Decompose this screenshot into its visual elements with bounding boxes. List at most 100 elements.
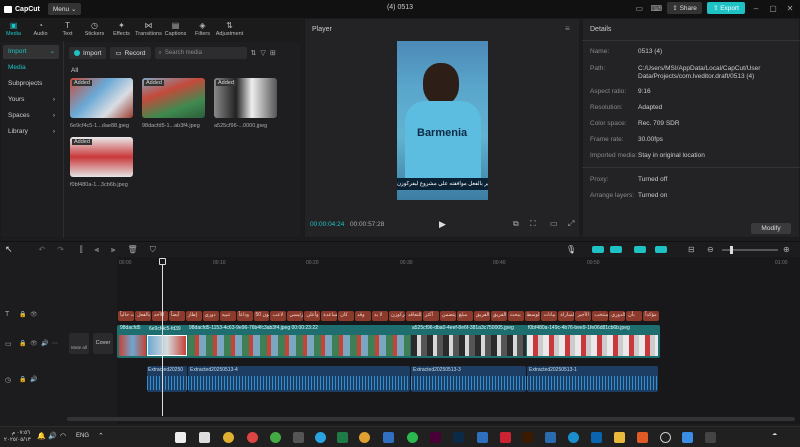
tab-audio[interactable]: ◔ Audio — [27, 18, 54, 40]
text-clip[interactable]: مدرب الفريق — [490, 311, 507, 321]
split-left-icon[interactable]: ⫷ — [95, 245, 100, 255]
text-clip[interactable]: بيانات — [541, 311, 558, 321]
eye-icon[interactable]: 👁 — [30, 311, 38, 318]
media-thumb-3[interactable]: Added — [214, 78, 277, 118]
ratio-icon[interactable]: ▭ — [550, 219, 558, 228]
widgets-icon[interactable] — [705, 432, 716, 443]
video-clip[interactable]: 98dacfd5-1153-4c63-9e96-76b4fc3ab3f4.jpe… — [188, 325, 410, 356]
adobe-xd-icon[interactable] — [430, 432, 441, 443]
illustrator-icon[interactable] — [522, 432, 533, 443]
video-clip[interactable]: f0bf480a-149c-4b76-bee9-1fe06d81cb6b.jpe… — [527, 325, 658, 356]
tab-text[interactable]: T Text — [54, 18, 81, 40]
tab-stickers[interactable]: ◷ Stickers — [81, 18, 108, 40]
notification-icon[interactable]: 🔔 — [37, 432, 46, 440]
chrome-icon[interactable] — [223, 432, 234, 443]
audio-clip[interactable]: Extracted20250 — [147, 366, 187, 392]
lock-icon[interactable]: 🔒 — [19, 340, 26, 347]
text-clip[interactable]: الأخير — [575, 311, 592, 321]
shortcuts-icon[interactable]: ⌨ — [650, 4, 663, 13]
text-clip[interactable]: لاعب الوسط — [524, 311, 541, 321]
text-clip[interactable]: الفريق — [473, 311, 490, 321]
text-clip[interactable]: أغسطس بالفعل — [134, 311, 151, 321]
security-icon[interactable] — [477, 432, 488, 443]
record-button[interactable]: ▭ Record — [110, 47, 151, 59]
text-clip[interactable]: أيضاً — [168, 311, 185, 321]
magnet-icon[interactable] — [592, 246, 604, 253]
sidebar-item-media[interactable]: Media — [3, 61, 59, 75]
lock-icon[interactable]: 🔒 — [19, 311, 26, 318]
video-clip[interactable]: 98dacfd5 — [119, 325, 146, 356]
app-icon[interactable] — [500, 432, 511, 443]
wifi-icon[interactable]: ◠ — [60, 432, 66, 440]
capcut-taskbar-icon[interactable] — [175, 432, 186, 443]
text-clip[interactable]: مبلغ — [456, 311, 473, 321]
eye-icon[interactable]: 👁 — [30, 340, 38, 347]
import-button[interactable]: Import — [69, 47, 107, 59]
tab-captions[interactable]: ▤ Captions — [162, 18, 189, 40]
text-clip[interactable]: رئيسي — [287, 311, 304, 321]
filter-all-label[interactable]: All — [71, 67, 78, 74]
more-menu-icon[interactable]: ≡ — [565, 24, 570, 33]
fit-icon[interactable]: ⊟ — [688, 245, 695, 254]
sidebar-item-subprojects[interactable]: Subprojects — [3, 77, 59, 91]
app-icon[interactable] — [637, 432, 648, 443]
sidebar-item-yours[interactable]: Yours › — [3, 93, 59, 107]
preview-axis-icon[interactable] — [634, 246, 646, 253]
delete-icon[interactable]: 🗑 — [128, 245, 138, 254]
whatsapp-icon[interactable] — [407, 432, 418, 443]
photos-icon[interactable] — [383, 432, 394, 443]
export-button[interactable]: ⇧ Export — [706, 2, 745, 14]
search-icon[interactable] — [660, 432, 671, 443]
weather-icon[interactable]: ☁ — [772, 431, 792, 443]
undo-icon[interactable]: ↶ — [39, 245, 46, 254]
text-clip[interactable]: تنبيه — [219, 311, 236, 321]
link-icon[interactable] — [610, 246, 622, 253]
lock-icon[interactable]: 🔒 — [19, 376, 26, 383]
text-clip[interactable]: إطار — [185, 311, 202, 321]
text-clip[interactable]: ليفركوزن — [389, 311, 405, 321]
tab-transitions[interactable]: ⋈ Transitions — [135, 18, 162, 40]
text-clip[interactable]: يبحث — [507, 311, 524, 321]
start-icon[interactable] — [682, 432, 693, 443]
fullscreen-crop-icon[interactable]: ⛶ — [530, 219, 536, 229]
text-clip[interactable]: مؤكداً — [643, 311, 659, 321]
text-clip[interactable]: بأن — [626, 311, 643, 321]
microphone-icon[interactable]: 🎙 — [566, 245, 576, 254]
zoom-slider[interactable] — [722, 246, 778, 254]
more-icon[interactable]: ⋯ — [52, 340, 58, 347]
layout-icon[interactable]: ▭ — [633, 4, 645, 13]
chrome-icon[interactable] — [359, 432, 370, 443]
text-clip[interactable]: دوري — [202, 311, 219, 321]
mute-all-button[interactable]: Mute all — [69, 333, 89, 354]
excel-icon[interactable] — [337, 432, 348, 443]
close-icon[interactable]: ✕ — [784, 4, 796, 13]
text-clip[interactable]: يتضمن — [439, 311, 456, 321]
file-explorer-icon[interactable] — [614, 432, 625, 443]
telegram-icon[interactable] — [315, 432, 326, 443]
text-clip[interactable]: كان — [338, 311, 355, 321]
select-tool-icon[interactable]: ↖ — [5, 244, 13, 255]
text-clip[interactable]: 50 مليون — [253, 311, 270, 321]
audio-clip[interactable]: Extracted20250513-1 — [527, 366, 658, 392]
text-clip[interactable]: وداعاً — [236, 311, 253, 321]
zoom-out-icon[interactable]: ⊖ — [707, 245, 714, 254]
grid-view-icon[interactable]: ⊞ — [270, 49, 276, 57]
subtitle-align-icon[interactable] — [655, 246, 667, 253]
outlook-icon[interactable] — [591, 432, 602, 443]
app-icon[interactable] — [545, 432, 556, 443]
volume-icon[interactable]: 🔊 — [48, 432, 57, 440]
sidebar-item-spaces[interactable]: Spaces › — [3, 109, 59, 123]
text-clip[interactable]: أعلنت حالياً — [118, 311, 134, 321]
capcut-taskbar-icon[interactable] — [199, 432, 210, 443]
split-right-icon[interactable]: ⫸ — [111, 245, 116, 255]
sidebar-item-library[interactable]: Library › — [3, 125, 59, 139]
playhead[interactable] — [162, 258, 163, 416]
tab-filters[interactable]: ◈ Filters — [189, 18, 216, 40]
search-input[interactable]: ⌕ Search media — [154, 47, 247, 59]
sort-icon[interactable]: ⇅ — [251, 49, 257, 57]
tab-effects[interactable]: ✦ Effects — [108, 18, 135, 40]
text-clip[interactable]: لاعب — [270, 311, 287, 321]
cover-button[interactable]: Cover — [93, 333, 113, 354]
photoshop-icon[interactable] — [453, 432, 464, 443]
preview-canvas[interactable]: Barmenia أسطير بالفعل موافقته على مشروع … — [397, 41, 488, 200]
